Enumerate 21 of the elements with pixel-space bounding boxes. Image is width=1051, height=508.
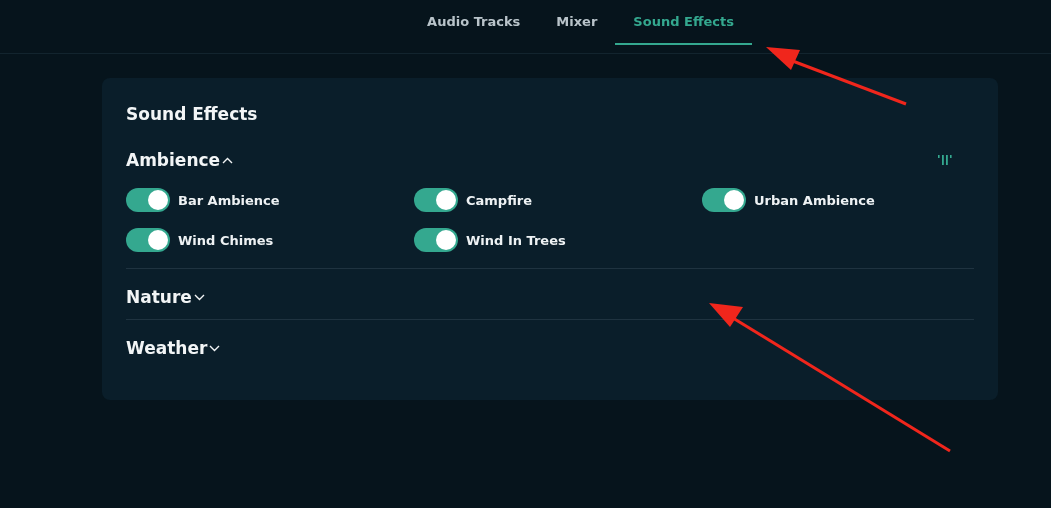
toggle-switch[interactable]: [702, 188, 746, 212]
toggle-switch[interactable]: [414, 228, 458, 252]
toggle-switch[interactable]: [126, 228, 170, 252]
toggle-switch[interactable]: [126, 188, 170, 212]
category-header[interactable]: Ambience: [126, 150, 234, 170]
category-header[interactable]: Weather: [126, 338, 221, 358]
toggle-label: Urban Ambience: [754, 192, 875, 208]
chevron-down-icon: [209, 344, 221, 352]
category-header[interactable]: Nature: [126, 287, 205, 307]
toggle-label: Bar Ambience: [178, 192, 280, 208]
tab[interactable]: Audio Tracks: [409, 0, 539, 45]
tab[interactable]: Mixer: [538, 0, 616, 45]
chevron-down-icon: [193, 293, 205, 301]
equalizer-icon[interactable]: [938, 154, 952, 166]
chevron-up-icon: [222, 156, 234, 164]
panel-title: Sound Effects: [126, 104, 259, 124]
toggle-label: Wind Chimes: [178, 232, 274, 248]
toggle-label: Campfire: [466, 192, 533, 208]
tab[interactable]: Sound Effects: [615, 0, 752, 45]
toggle-label: Wind In Trees: [466, 232, 566, 248]
toggle-switch[interactable]: [414, 188, 458, 212]
